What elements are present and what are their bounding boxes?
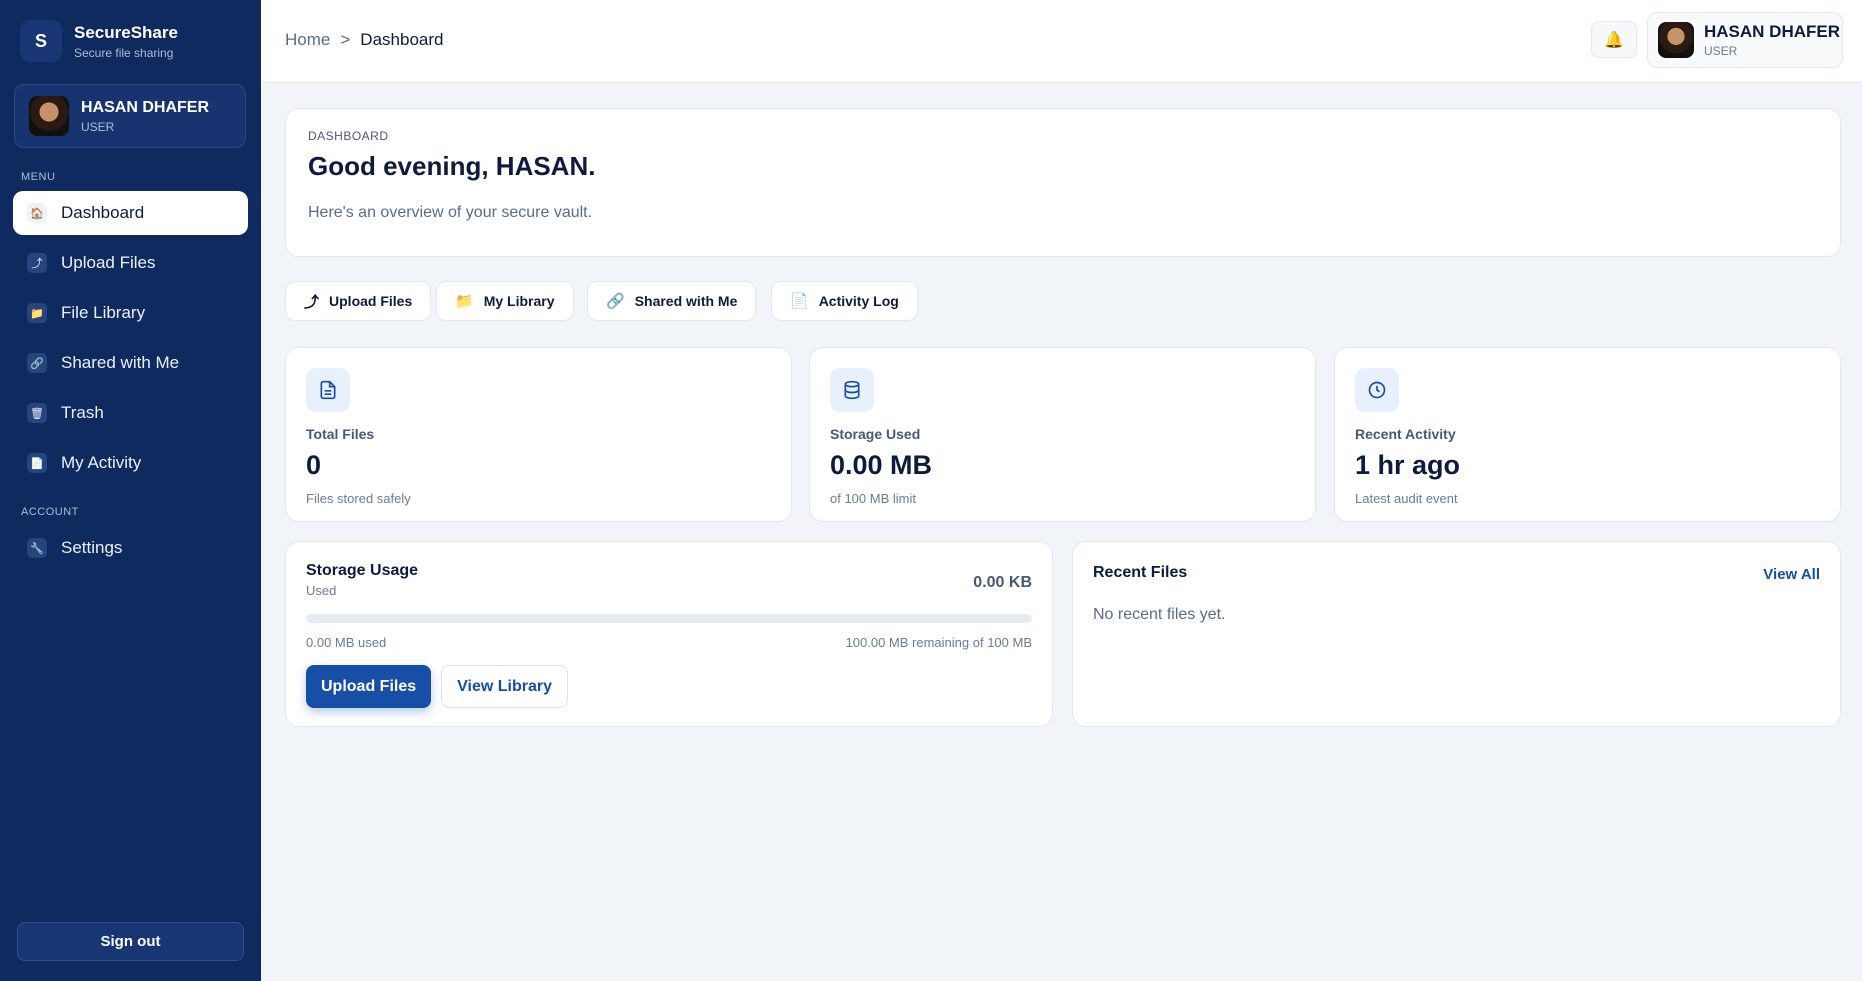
quick-action-shared-with-me[interactable]: 🔗 Shared with Me bbox=[587, 281, 757, 321]
breadcrumb: Home > Dashboard bbox=[285, 30, 443, 50]
view-library-button[interactable]: View Library bbox=[441, 665, 568, 708]
sidebar-item-label: Shared with Me bbox=[61, 353, 180, 372]
stat-label: Storage Used bbox=[830, 426, 921, 442]
recent-files-card: Recent Files View All No recent files ye… bbox=[1072, 541, 1841, 727]
sidebar-item-label: Dashboard bbox=[61, 203, 145, 222]
stat-card-storage-used: Storage Used 0.00 MB of 100 MB limit bbox=[809, 347, 1316, 522]
storage-remaining-text: 100.00 MB remaining of 100 MB bbox=[845, 635, 1032, 650]
bell-icon: 🔔 bbox=[1604, 31, 1624, 49]
storage-used-text: 0.00 MB used bbox=[306, 635, 387, 650]
sidebar-item-label: Trash bbox=[61, 403, 104, 422]
stat-value: 0 bbox=[306, 450, 322, 480]
trash-icon: 🗑 bbox=[27, 403, 47, 423]
avatar bbox=[1658, 22, 1694, 58]
quick-action-label: Shared with Me bbox=[634, 293, 738, 309]
stat-note: of 100 MB limit bbox=[830, 491, 916, 506]
stat-note: Files stored safely bbox=[306, 491, 411, 506]
recent-files-empty: No recent files yet. bbox=[1093, 606, 1226, 623]
sidebar-item-my-activity[interactable]: 📄 My Activity bbox=[13, 441, 248, 485]
notifications-button[interactable]: 🔔 bbox=[1591, 21, 1637, 58]
sidebar-item-settings[interactable]: 🔧 Settings bbox=[13, 526, 248, 570]
sidebar-item-label: My Activity bbox=[61, 453, 142, 472]
brand-tagline: Secure file sharing bbox=[74, 45, 174, 60]
welcome-card: DASHBOARD Good evening, HASAN. Here's an… bbox=[285, 108, 1841, 257]
stat-label: Recent Activity bbox=[1355, 426, 1456, 442]
breadcrumb-current: Dashboard bbox=[360, 30, 444, 49]
storage-progress-bar bbox=[306, 614, 1032, 623]
stat-value: 0.00 MB bbox=[830, 450, 933, 480]
stat-card-total-files: Total Files 0 Files stored safely bbox=[285, 347, 792, 522]
link-icon: 🔗 bbox=[27, 353, 47, 373]
sidebar: S SecureShare Secure file sharing HASAN … bbox=[0, 0, 261, 981]
document-icon: 📄 bbox=[790, 293, 809, 310]
quick-action-label: Activity Log bbox=[818, 293, 899, 309]
storage-title: Storage Usage bbox=[306, 562, 419, 579]
clock-icon bbox=[1355, 368, 1399, 412]
breadcrumb-home[interactable]: Home bbox=[285, 30, 330, 50]
view-all-link[interactable]: View All bbox=[1763, 566, 1820, 583]
page-subtitle: Here's an overview of your secure vault. bbox=[308, 204, 593, 221]
upload-icon: ⤴ bbox=[304, 293, 320, 311]
sidebar-item-label: File Library bbox=[61, 303, 146, 322]
quick-action-label: My Library bbox=[483, 293, 555, 309]
user-name: HASAN DHAFER bbox=[1704, 22, 1840, 41]
sidebar-item-file-library[interactable]: 📁 File Library bbox=[13, 291, 248, 335]
stat-value: 1 hr ago bbox=[1355, 450, 1461, 480]
sidebar-item-dashboard[interactable]: 🏠 Dashboard bbox=[13, 191, 248, 235]
page-eyebrow: DASHBOARD bbox=[308, 129, 389, 143]
sign-out-button[interactable]: Sign out bbox=[17, 922, 244, 961]
menu-section-label: MENU bbox=[21, 171, 56, 183]
sidebar-item-label: Upload Files bbox=[61, 253, 156, 272]
file-icon bbox=[306, 368, 350, 412]
brand-logo: S bbox=[20, 20, 62, 62]
account-section-label: ACCOUNT bbox=[21, 506, 79, 518]
sidebar-item-shared-with-me[interactable]: 🔗 Shared with Me bbox=[13, 341, 248, 385]
link-icon: 🔗 bbox=[606, 293, 625, 310]
recent-files-title: Recent Files bbox=[1093, 564, 1188, 581]
wrench-icon: 🔧 bbox=[27, 538, 47, 558]
brand-name: SecureShare bbox=[74, 22, 178, 42]
quick-action-my-library[interactable]: 📁 My Library bbox=[436, 281, 574, 321]
upload-icon: ⤴ bbox=[27, 253, 47, 273]
stat-label: Total Files bbox=[306, 426, 375, 442]
folder-icon: 📁 bbox=[455, 293, 474, 310]
activity-icon: 📄 bbox=[27, 453, 47, 473]
storage-amount: 0.00 KB bbox=[973, 574, 1032, 591]
upload-files-button[interactable]: Upload Files bbox=[306, 665, 432, 708]
user-menu-button[interactable]: HASAN DHAFER USER bbox=[1647, 12, 1843, 68]
user-name: HASAN DHAFER bbox=[81, 98, 209, 116]
page-title: Good evening, HASAN. bbox=[308, 151, 596, 181]
storage-subtitle: Used bbox=[306, 583, 337, 598]
database-icon bbox=[830, 368, 874, 412]
quick-action-upload-files[interactable]: ⤴ Upload Files bbox=[285, 281, 432, 321]
avatar bbox=[29, 96, 69, 136]
brand[interactable]: S SecureShare Secure file sharing bbox=[20, 20, 178, 62]
stat-card-recent-activity: Recent Activity 1 hr ago Latest audit ev… bbox=[1334, 347, 1841, 522]
sidebar-item-trash[interactable]: 🗑 Trash bbox=[13, 391, 248, 435]
user-role: USER bbox=[81, 119, 115, 134]
top-bar: Home > Dashboard 🔔 HASAN DHAFER USER bbox=[261, 0, 1862, 83]
stat-note: Latest audit event bbox=[1355, 491, 1458, 506]
quick-action-activity-log[interactable]: 📄 Activity Log bbox=[771, 281, 918, 321]
folder-icon: 📁 bbox=[27, 303, 47, 323]
sidebar-item-label: Settings bbox=[61, 538, 123, 557]
sidebar-item-upload-files[interactable]: ⤴ Upload Files bbox=[13, 241, 248, 285]
home-icon: 🏠 bbox=[27, 203, 47, 223]
sidebar-user-card[interactable]: HASAN DHAFER USER bbox=[14, 84, 246, 148]
quick-action-label: Upload Files bbox=[329, 293, 413, 309]
user-role: USER bbox=[1704, 44, 1738, 58]
breadcrumb-separator: > bbox=[340, 30, 351, 49]
storage-usage-card: Storage Usage Used 0.00 KB 0.00 MB used … bbox=[285, 541, 1053, 727]
